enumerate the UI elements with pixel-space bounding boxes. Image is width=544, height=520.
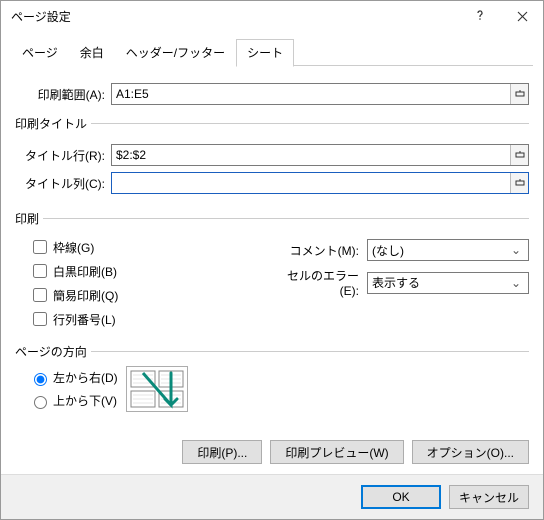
- tab-page[interactable]: ページ: [11, 39, 69, 66]
- title-row-input[interactable]: [112, 145, 510, 165]
- ok-button[interactable]: OK: [361, 485, 441, 509]
- close-button[interactable]: [501, 1, 543, 31]
- help-button[interactable]: [459, 1, 501, 31]
- title-col-field[interactable]: [111, 172, 529, 194]
- action-buttons: 印刷(P)... 印刷プレビュー(W) オプション(O)...: [1, 434, 543, 474]
- dialog-footer: OK キャンセル: [1, 474, 543, 519]
- page-order-preview: [126, 366, 188, 412]
- cancel-button[interactable]: キャンセル: [449, 485, 529, 509]
- options-button[interactable]: オプション(O)...: [412, 440, 529, 464]
- errors-label: セルのエラー(E):: [279, 267, 367, 298]
- print-area-label: 印刷範囲(A):: [15, 86, 111, 103]
- collapse-icon[interactable]: [510, 84, 528, 104]
- print-titles-group: 印刷タイトル タイトル行(R): タイトル列(C):: [15, 115, 529, 200]
- print-area-field[interactable]: [111, 83, 529, 105]
- print-button[interactable]: 印刷(P)...: [182, 440, 262, 464]
- collapse-icon[interactable]: [510, 145, 528, 165]
- draft-check[interactable]: 簡易印刷(Q): [29, 285, 279, 305]
- tab-sheet[interactable]: シート: [236, 39, 294, 67]
- tab-margin[interactable]: 余白: [69, 39, 115, 66]
- chevron-down-icon: ⌄: [508, 276, 524, 290]
- gridlines-check[interactable]: 枠線(G): [29, 237, 279, 257]
- print-group: 印刷 枠線(G) 白黒印刷(B) 簡易印刷(Q) 行列番号(L) コメント(M)…: [15, 210, 529, 333]
- tab-content: 印刷範囲(A): 印刷タイトル タイトル行(R): タイトル列(C): 印刷: [1, 67, 543, 434]
- dialog-title: ページ設定: [11, 8, 459, 25]
- chevron-down-icon: ⌄: [508, 243, 524, 257]
- ttb-radio[interactable]: 上から下(V): [29, 392, 118, 409]
- tab-headerfooter[interactable]: ヘッダー/フッター: [115, 39, 236, 66]
- title-row-field[interactable]: [111, 144, 529, 166]
- title-col-input[interactable]: [112, 173, 510, 193]
- page-order-legend: ページの方向: [15, 343, 91, 360]
- print-area-input[interactable]: [112, 84, 510, 104]
- title-col-label: タイトル列(C):: [15, 175, 111, 192]
- print-legend: 印刷: [15, 210, 43, 227]
- print-titles-legend: 印刷タイトル: [15, 115, 91, 132]
- bw-check[interactable]: 白黒印刷(B): [29, 261, 279, 281]
- collapse-icon[interactable]: [510, 173, 528, 193]
- titlebar: ページ設定: [1, 1, 543, 31]
- tab-bar: ページ 余白 ヘッダー/フッター シート: [1, 31, 543, 67]
- comments-label: コメント(M):: [279, 242, 367, 259]
- preview-button[interactable]: 印刷プレビュー(W): [270, 440, 403, 464]
- rowcol-check[interactable]: 行列番号(L): [29, 309, 279, 329]
- ltr-radio[interactable]: 左から右(D): [29, 369, 118, 386]
- page-order-group: ページの方向 左から右(D) 上から下(V): [15, 343, 529, 412]
- comments-select[interactable]: (なし)⌄: [367, 239, 529, 261]
- errors-select[interactable]: 表示する⌄: [367, 272, 529, 294]
- title-row-label: タイトル行(R):: [15, 147, 111, 164]
